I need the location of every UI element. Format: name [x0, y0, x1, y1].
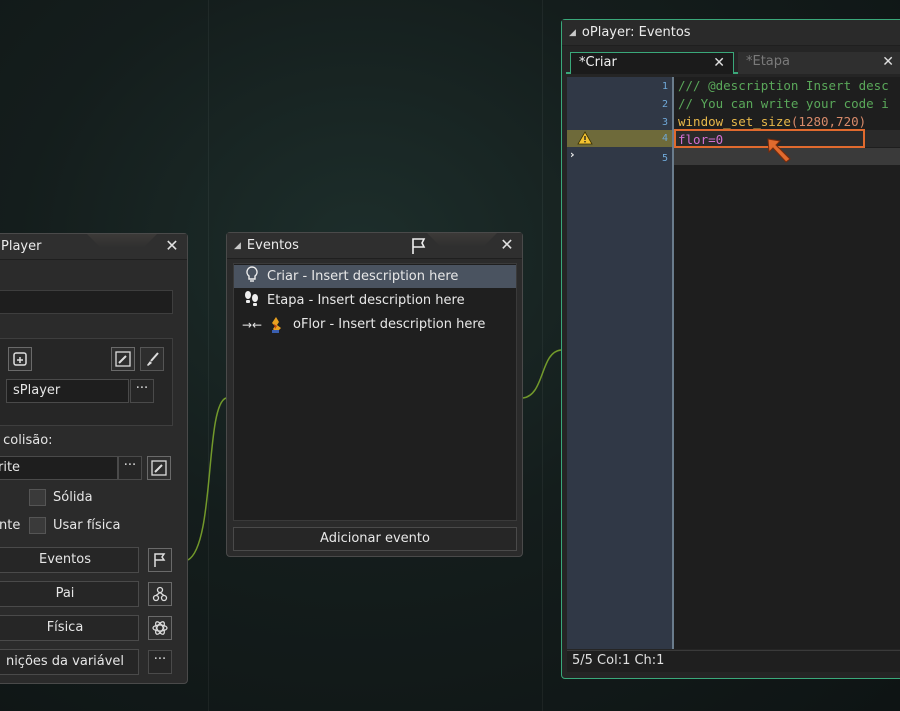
- variables-browse-button[interactable]: ···: [148, 650, 172, 674]
- flag-icon: [412, 238, 426, 254]
- current-line-marker-icon: ›: [570, 148, 575, 161]
- solid-checkbox[interactable]: [29, 489, 46, 506]
- code-line: window_set_size(1280,720): [678, 114, 866, 129]
- flag-icon: [154, 553, 166, 567]
- close-icon[interactable]: ✕: [882, 52, 894, 72]
- collapse-icon[interactable]: ◢: [234, 241, 241, 251]
- solid-label: Sólida: [53, 490, 93, 505]
- arrow-pointer-icon: [767, 138, 791, 163]
- editor-status-bar: 5/5 Col:1 Ch:1: [567, 650, 900, 672]
- new-sprite-button[interactable]: [8, 347, 32, 371]
- editor-tabs: *Criar ✕ *Etapa ✕: [566, 50, 900, 74]
- code-line: // You can write your code i: [678, 96, 889, 111]
- function-name: window_set_size: [678, 114, 791, 129]
- sprite-browse-button[interactable]: ···: [130, 379, 154, 403]
- object-panel-title: Player: [1, 239, 42, 254]
- line-number: 3: [661, 117, 668, 128]
- event-item-step[interactable]: Etapa - Insert description here: [234, 289, 516, 312]
- collision-mask-field[interactable]: rite: [0, 456, 118, 480]
- line-number-gutter: 1 2 3 5 ›: [567, 77, 672, 649]
- object-name-field[interactable]: [0, 290, 173, 314]
- line-number: 4: [661, 133, 668, 144]
- brush-icon: [147, 352, 159, 366]
- collision-mask-label: e colisão:: [0, 433, 53, 448]
- oflor-sprite-icon: [267, 316, 285, 334]
- tab-label: *Criar: [579, 55, 617, 70]
- edit-image-icon: [151, 460, 167, 476]
- collision-edit-button[interactable]: [147, 456, 171, 480]
- use-physics-label: Usar física: [53, 518, 121, 533]
- panel-notch: [427, 233, 497, 247]
- close-icon[interactable]: ✕: [713, 53, 725, 73]
- function-args: (1280,720): [790, 114, 867, 129]
- sprite-section: sPlayer ···: [0, 338, 173, 426]
- paint-sprite-button[interactable]: [140, 347, 164, 371]
- atom-icon: [152, 621, 168, 635]
- events-button[interactable]: Eventos: [0, 547, 139, 573]
- warning-line-marker: 4: [567, 130, 672, 147]
- event-label: Criar - Insert description here: [267, 269, 459, 284]
- events-panel-header: ◢ Eventos ✕: [227, 233, 522, 259]
- tab-step[interactable]: *Etapa ✕: [738, 52, 900, 74]
- hierarchy-icon: [152, 586, 168, 602]
- edit-sprite-button[interactable]: [111, 347, 135, 371]
- line-number: 1: [661, 81, 668, 92]
- use-physics-checkbox[interactable]: [29, 517, 46, 534]
- variable-definitions-button[interactable]: nições da variável: [0, 649, 139, 675]
- object-properties-panel: Player ✕ sPlayer ··· e colisão: rite ···…: [0, 233, 188, 684]
- edit-image-icon: [115, 351, 131, 367]
- collision-icon: →←: [241, 317, 263, 332]
- sprite-field[interactable]: sPlayer: [6, 379, 129, 403]
- event-item-collision[interactable]: →← oFlor - Insert description here: [234, 313, 516, 336]
- event-item-create[interactable]: Criar - Insert description here: [234, 265, 516, 288]
- persistent-label: ente: [0, 518, 21, 533]
- event-label: Etapa - Insert description here: [267, 293, 465, 308]
- tab-label: *Etapa: [746, 54, 790, 69]
- panel-notch: [87, 234, 157, 248]
- close-icon[interactable]: ✕: [163, 237, 181, 255]
- collision-browse-button[interactable]: ···: [118, 456, 142, 480]
- line-number: 2: [661, 99, 668, 110]
- new-sprite-icon: [13, 352, 27, 366]
- physics-button[interactable]: Física: [0, 615, 139, 641]
- events-list: Criar - Insert description here Etapa - …: [233, 263, 517, 521]
- close-icon[interactable]: ✕: [498, 236, 516, 254]
- parent-icon-button[interactable]: [148, 582, 172, 606]
- tab-create[interactable]: *Criar ✕: [570, 52, 734, 74]
- events-panel: ◢ Eventos ✕ Criar - Insert description h…: [226, 232, 523, 557]
- event-label: oFlor - Insert description here: [293, 317, 486, 332]
- object-panel-header: Player ✕: [0, 234, 187, 260]
- warning-icon[interactable]: [577, 131, 593, 145]
- code-editor-panel: ◢ oPlayer: Eventos *Criar ✕ *Etapa ✕ 1 2…: [561, 19, 900, 679]
- lightbulb-icon: [240, 266, 264, 287]
- editor-panel-header: ◢ oPlayer: Eventos: [562, 20, 900, 46]
- line-number: 5: [661, 153, 668, 164]
- physics-icon-button[interactable]: [148, 616, 172, 640]
- editor-panel-title: oPlayer: Eventos: [581, 25, 691, 40]
- add-event-button[interactable]: Adicionar evento: [233, 527, 517, 551]
- events-panel-title: Eventos: [246, 238, 299, 253]
- code-line: /// @description Insert desc: [678, 78, 889, 93]
- footsteps-icon: [240, 290, 264, 311]
- events-flag-button[interactable]: [148, 548, 172, 572]
- parent-button[interactable]: Pai: [0, 581, 139, 607]
- collapse-icon[interactable]: ◢: [569, 28, 576, 38]
